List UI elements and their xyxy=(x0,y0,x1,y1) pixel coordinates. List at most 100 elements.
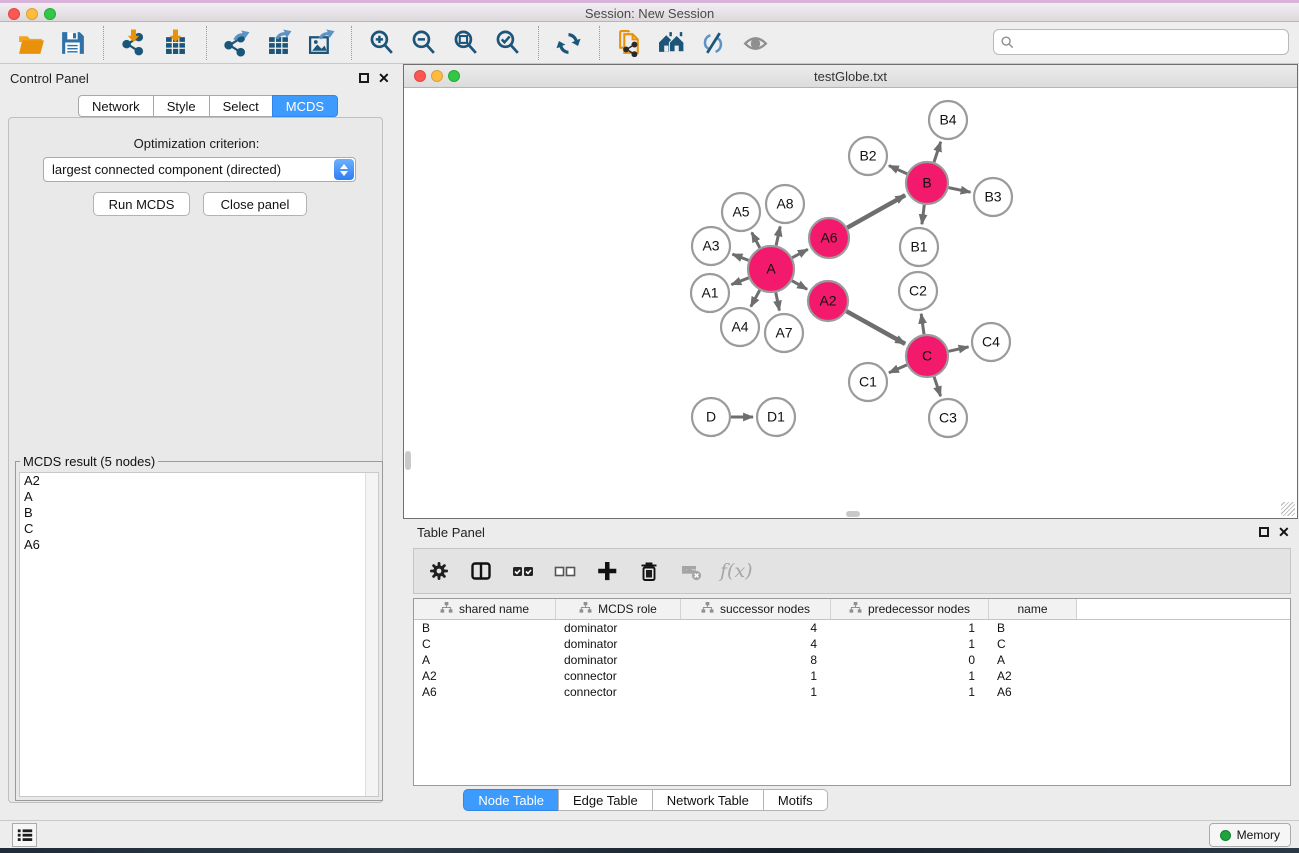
graph-node-C1[interactable]: C1 xyxy=(849,363,887,401)
column-header-shared-name[interactable]: shared name xyxy=(414,599,556,619)
graph-node-A[interactable]: A xyxy=(748,246,794,292)
graph-node-B1[interactable]: B1 xyxy=(900,228,938,266)
tab-network-table[interactable]: Network Table xyxy=(652,789,764,811)
cell-mcds-role[interactable]: dominator xyxy=(556,652,681,668)
graph-node-C[interactable]: C xyxy=(906,335,948,377)
cell-mcds-role[interactable]: connector xyxy=(556,668,681,684)
show-hide-icon[interactable] xyxy=(739,27,773,59)
graph-edge-A-A3[interactable] xyxy=(733,254,749,260)
zoom-selected-icon[interactable] xyxy=(491,27,525,59)
cell-predecessor-nodes[interactable]: 1 xyxy=(831,684,989,700)
cell-successor-nodes[interactable]: 1 xyxy=(681,668,831,684)
table-mode-gear-icon[interactable] xyxy=(426,558,452,584)
graph-edge-A2-C[interactable] xyxy=(846,311,905,344)
graph-edge-A-A4[interactable] xyxy=(751,290,760,307)
float-panel-icon[interactable] xyxy=(359,73,369,83)
column-header-name[interactable]: name xyxy=(989,599,1077,619)
cell-mcds-role[interactable]: dominator xyxy=(556,620,681,636)
close-table-panel-icon[interactable]: ✕ xyxy=(1278,526,1290,538)
graph-edge-A6-B[interactable] xyxy=(847,195,905,228)
cell-shared-name[interactable]: B xyxy=(414,620,556,636)
tab-select[interactable]: Select xyxy=(209,95,273,117)
tab-edge-table[interactable]: Edge Table xyxy=(558,789,653,811)
save-session-icon[interactable] xyxy=(56,27,90,59)
graph-edge-A-A6[interactable] xyxy=(792,249,808,257)
graph-node-C4[interactable]: C4 xyxy=(972,323,1010,361)
result-item[interactable]: B xyxy=(20,505,378,521)
graph-edge-A-A7[interactable] xyxy=(776,293,780,311)
result-item[interactable]: A6 xyxy=(20,537,378,553)
cell-predecessor-nodes[interactable]: 1 xyxy=(831,668,989,684)
graph-edge-B-B3[interactable] xyxy=(949,188,971,193)
graph-edge-B-B1[interactable] xyxy=(922,205,924,224)
network-canvas[interactable]: B4B2BB3A5A8A6A3AB1A1C2A2A4A7CC4C1C3DD1 xyxy=(404,88,1297,518)
graph-node-A5[interactable]: A5 xyxy=(722,193,760,231)
column-header-successor-nodes[interactable]: successor nodes xyxy=(681,599,831,619)
graph-edge-C-C3[interactable] xyxy=(934,377,941,396)
cell-successor-nodes[interactable]: 4 xyxy=(681,636,831,652)
cell-predecessor-nodes[interactable]: 1 xyxy=(831,636,989,652)
network-window-titlebar[interactable]: testGlobe.txt xyxy=(404,65,1297,88)
result-item[interactable]: A xyxy=(20,489,378,505)
cell-successor-nodes[interactable]: 1 xyxy=(681,684,831,700)
column-header-mcds-role[interactable]: MCDS role xyxy=(556,599,681,619)
table-row[interactable]: Cdominator41C xyxy=(414,636,1290,652)
zoom-out-icon[interactable] xyxy=(407,27,441,59)
cell-name[interactable]: B xyxy=(989,620,1077,636)
graph-node-B3[interactable]: B3 xyxy=(974,178,1012,216)
graph-node-B4[interactable]: B4 xyxy=(929,101,967,139)
result-scrollbar[interactable] xyxy=(365,473,378,796)
graph-node-D[interactable]: D xyxy=(692,398,730,436)
graph-edge-A-A8[interactable] xyxy=(776,227,780,246)
export-image-icon[interactable] xyxy=(304,27,338,59)
vertical-scroll-indicator[interactable] xyxy=(405,451,411,470)
cell-shared-name[interactable]: A2 xyxy=(414,668,556,684)
graph-edge-B-B4[interactable] xyxy=(934,142,941,162)
graph-edge-B-B2[interactable] xyxy=(889,166,907,174)
network-from-selection-icon[interactable] xyxy=(613,27,647,59)
graph-node-C2[interactable]: C2 xyxy=(899,272,937,310)
table-row[interactable]: A2connector11A2 xyxy=(414,668,1290,684)
table-row[interactable]: Adominator80A xyxy=(414,652,1290,668)
zoom-fit-icon[interactable] xyxy=(449,27,483,59)
graph-node-B2[interactable]: B2 xyxy=(849,137,887,175)
cell-successor-nodes[interactable]: 8 xyxy=(681,652,831,668)
cell-predecessor-nodes[interactable]: 1 xyxy=(831,620,989,636)
table-row[interactable]: Bdominator41B xyxy=(414,620,1290,636)
cell-name[interactable]: A2 xyxy=(989,668,1077,684)
column-header-predecessor-nodes[interactable]: predecessor nodes xyxy=(831,599,989,619)
close-panel-icon[interactable]: ✕ xyxy=(378,72,390,84)
open-session-icon[interactable] xyxy=(14,27,48,59)
cell-name[interactable]: A xyxy=(989,652,1077,668)
graphics-details-icon[interactable] xyxy=(697,27,731,59)
close-panel-button[interactable]: Close panel xyxy=(203,192,307,216)
import-table-icon[interactable] xyxy=(159,27,193,59)
zoom-in-icon[interactable] xyxy=(365,27,399,59)
graph-edge-A-A5[interactable] xyxy=(752,232,760,247)
optimization-criterion-select[interactable]: largest connected component (directed) xyxy=(43,157,356,182)
tab-mcds[interactable]: MCDS xyxy=(272,95,338,117)
cell-shared-name[interactable]: A xyxy=(414,652,556,668)
graph-edge-A-A2[interactable] xyxy=(792,281,807,290)
search-input[interactable] xyxy=(1015,32,1288,52)
horizontal-scroll-indicator[interactable] xyxy=(846,511,860,517)
graph-node-A8[interactable]: A8 xyxy=(766,185,804,223)
graph-node-B[interactable]: B xyxy=(906,162,948,204)
graph-node-D1[interactable]: D1 xyxy=(757,398,795,436)
graph-edge-A-A1[interactable] xyxy=(731,278,748,285)
tab-node-table[interactable]: Node Table xyxy=(463,789,559,811)
export-table-icon[interactable] xyxy=(262,27,296,59)
graph-edge-C-C2[interactable] xyxy=(921,314,924,334)
cell-shared-name[interactable]: C xyxy=(414,636,556,652)
graph-node-A4[interactable]: A4 xyxy=(721,308,759,346)
result-item[interactable]: C xyxy=(20,521,378,537)
cell-name[interactable]: C xyxy=(989,636,1077,652)
graph-node-A1[interactable]: A1 xyxy=(691,274,729,312)
select-all-columns-icon[interactable] xyxy=(510,558,536,584)
cell-mcds-role[interactable]: connector xyxy=(556,684,681,700)
run-mcds-button[interactable]: Run MCDS xyxy=(93,192,190,216)
graph-edge-C-C4[interactable] xyxy=(949,347,969,351)
delete-columns-icon[interactable] xyxy=(636,558,662,584)
tab-motifs[interactable]: Motifs xyxy=(763,789,828,811)
import-network-icon[interactable] xyxy=(117,27,151,59)
